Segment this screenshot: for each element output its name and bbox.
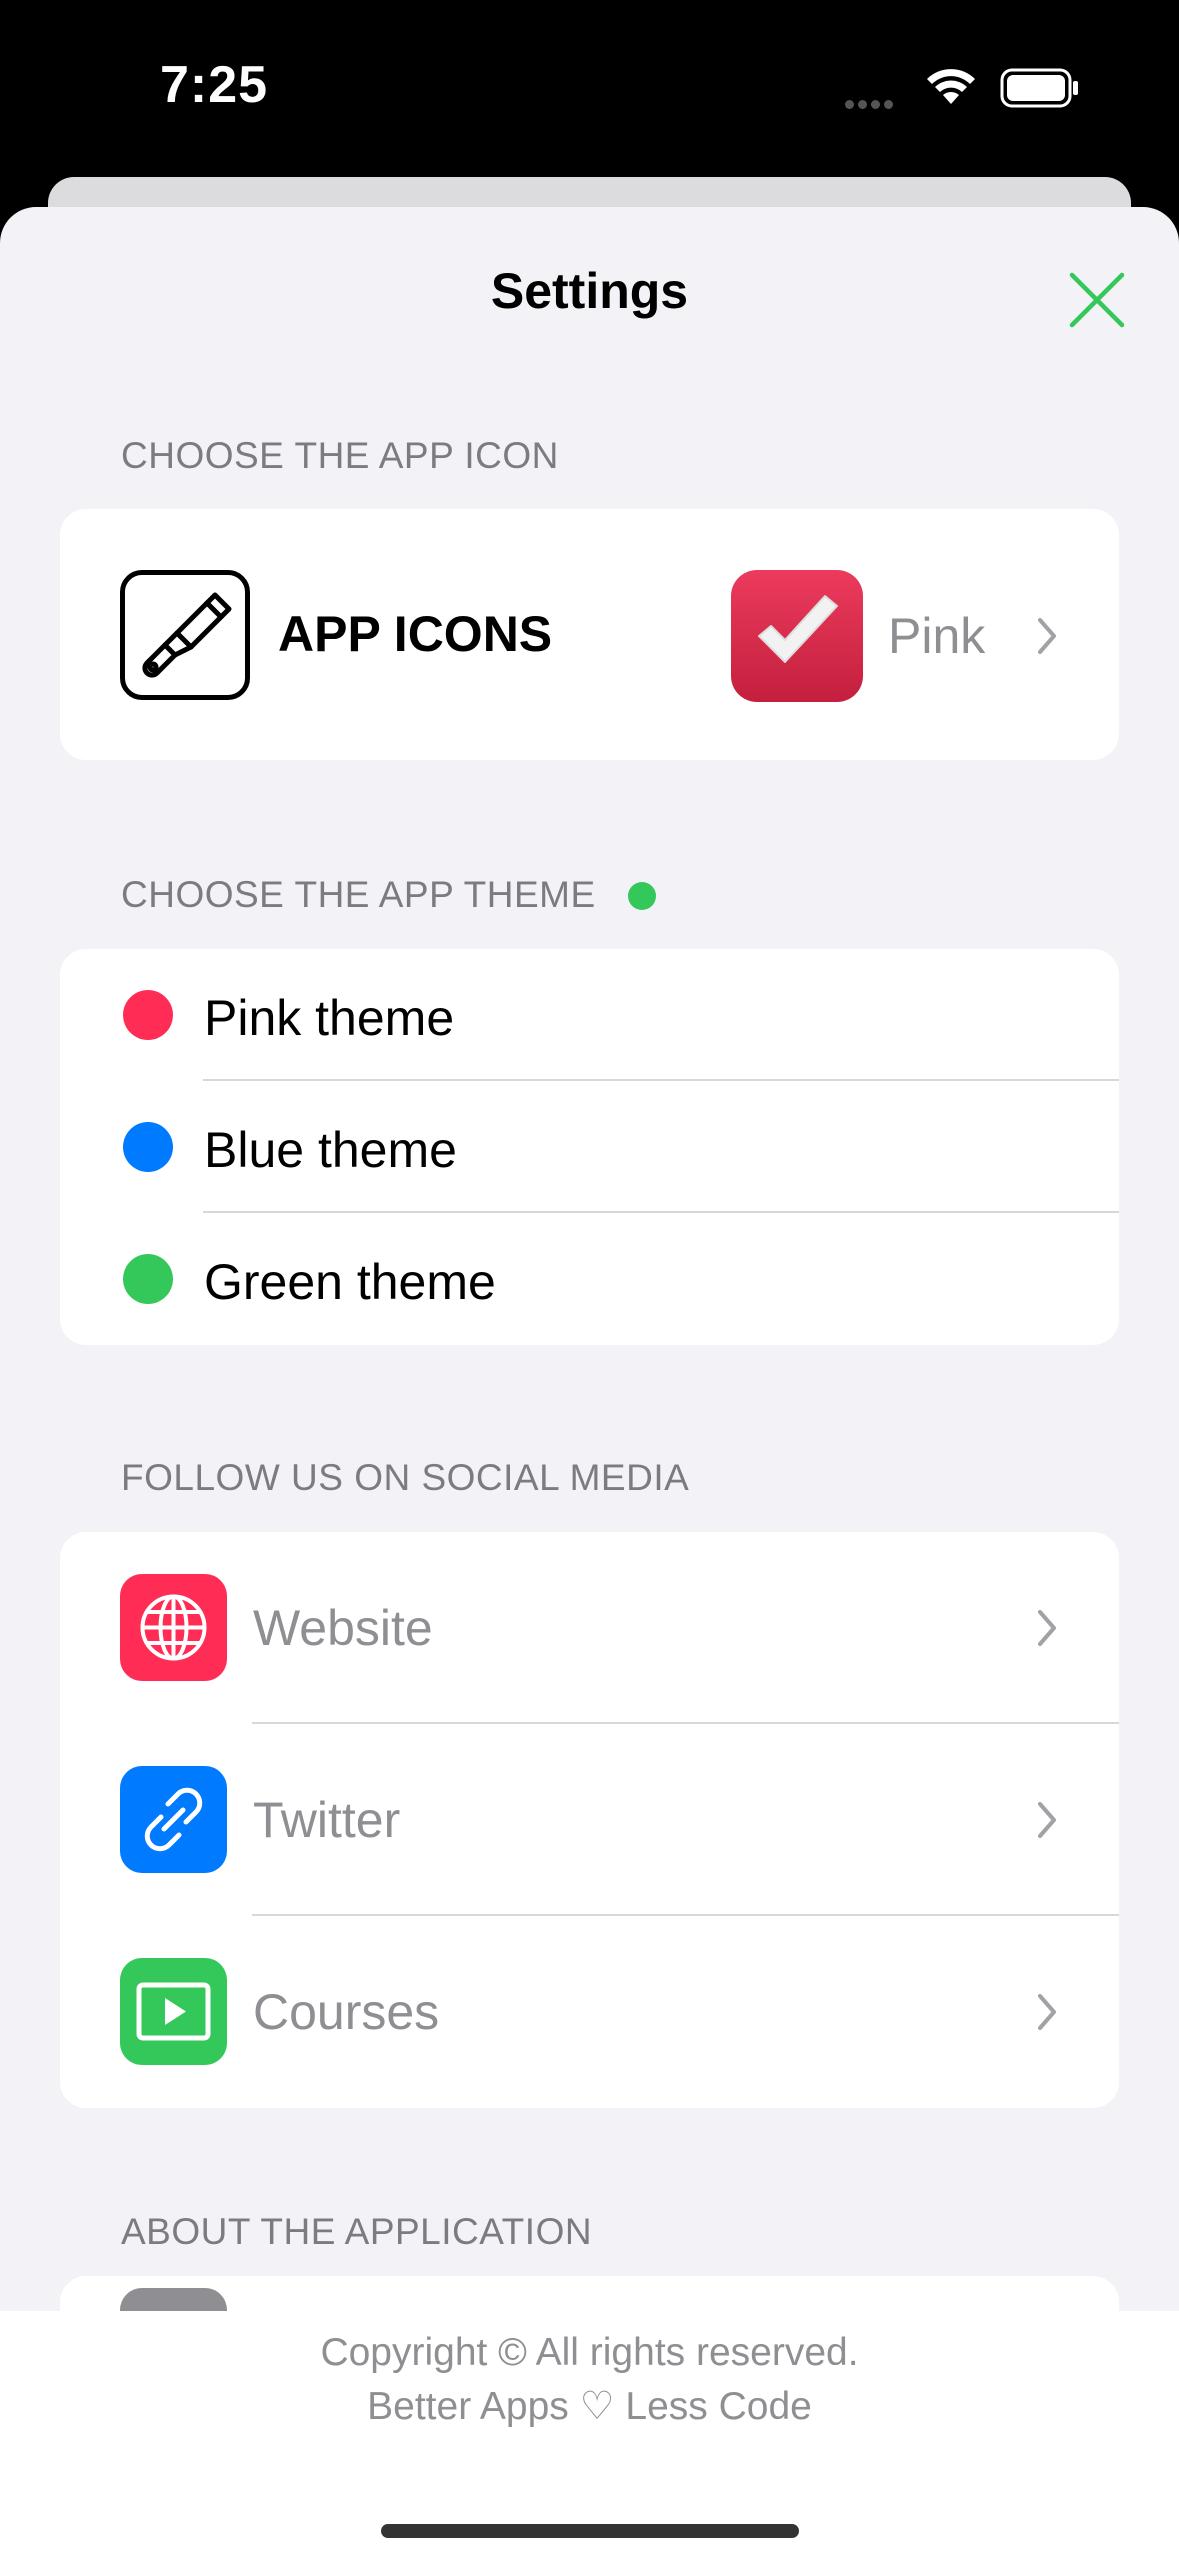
paintbrush-icon [120,570,250,700]
pink-dot-icon [123,990,173,1040]
app-icons-label: APP ICONS [278,606,553,662]
social-label: Website [253,1600,433,1656]
status-bar: 7:25 [0,0,1179,180]
chevron-right-icon [1038,1610,1056,1646]
app-icon-card: APP ICONS Pink [60,509,1119,760]
wifi-icon [927,69,975,104]
theme-row-pink[interactable]: Pink theme [60,949,1119,1081]
tagline-text: Better Apps ♡ Less Code [367,2385,812,2428]
chevron-right-icon [1038,1994,1056,2030]
social-row-courses[interactable]: Courses [60,1916,1119,2108]
close-icon[interactable] [1062,265,1132,335]
theme-row-blue[interactable]: Blue theme [60,1081,1119,1213]
theme-label: Green theme [204,1254,496,1310]
settings-sheet: Settings CHOOSE THE APP ICON APP ICONS P… [0,207,1179,2556]
section-header-about: ABOUT THE APPLICATION [121,2211,593,2252]
theme-label: Pink theme [204,990,455,1046]
social-label: Courses [253,1984,440,2040]
chevron-right-icon [1038,1802,1056,1838]
section-header-app-theme: CHOOSE THE APP THEME [121,874,657,916]
social-card: Website Twitter Courses [60,1532,1119,2108]
social-row-twitter[interactable]: Twitter [60,1724,1119,1916]
footer: Copyright © All rights reserved. Better … [0,2311,1179,2556]
pink-app-icon-preview [731,570,863,702]
battery-icon [1000,68,1078,108]
blue-dot-icon [123,1122,173,1172]
status-time: 7:25 [160,56,269,114]
theme-row-green[interactable]: Green theme [60,1213,1119,1345]
play-icon [120,1958,227,2065]
cellular-icon [845,96,897,114]
selected-icon-value: Pink [888,608,986,664]
section-header-app-icon: CHOOSE THE APP ICON [121,435,559,476]
theme-card: Pink theme Blue theme Green theme [60,949,1119,1345]
page-title: Settings [490,263,689,319]
link-icon [120,1766,227,1873]
app-icons-row[interactable]: APP ICONS Pink [60,509,1119,760]
theme-label: Blue theme [204,1122,457,1178]
chevron-right-icon [1038,618,1056,654]
section-header-social: FOLLOW US ON SOCIAL MEDIA [121,1457,690,1498]
social-row-website[interactable]: Website [60,1532,1119,1724]
globe-icon [120,1574,227,1681]
social-label: Twitter [253,1792,401,1848]
section-header-app-theme-label: CHOOSE THE APP THEME [121,874,596,915]
home-indicator[interactable] [381,2524,799,2538]
selected-theme-indicator [628,882,657,910]
copyright-text: Copyright © All rights reserved. [320,2331,859,2374]
green-dot-icon [123,1254,173,1304]
